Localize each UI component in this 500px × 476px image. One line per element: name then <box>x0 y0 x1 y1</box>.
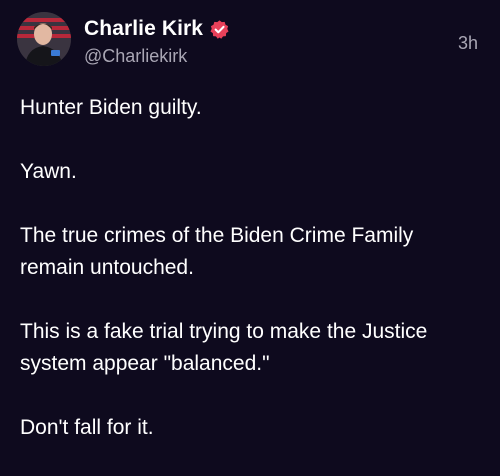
post-body: Hunter Biden guilty. Yawn. The true crim… <box>20 92 480 476</box>
post-paragraph: Hunter Biden guilty. <box>20 96 202 119</box>
verified-badge-icon <box>209 19 230 40</box>
author-display-name[interactable]: Charlie Kirk <box>84 16 203 42</box>
post-paragraph: This is a fake trial trying to make the … <box>20 320 428 375</box>
post-timestamp[interactable]: 3h <box>458 32 478 54</box>
post-paragraph: Yawn. <box>20 160 77 183</box>
author-handle[interactable]: @Charliekirk <box>84 45 187 67</box>
post-paragraph: Don't fall for it. <box>20 416 154 439</box>
post-card: Charlie Kirk @Charliekirk 3h Hunter Bide… <box>0 0 500 473</box>
post-paragraph: The true crimes of the Biden Crime Famil… <box>20 224 414 279</box>
author-name-row: Charlie Kirk <box>84 16 230 42</box>
avatar-image <box>17 12 71 66</box>
avatar[interactable] <box>17 12 71 66</box>
